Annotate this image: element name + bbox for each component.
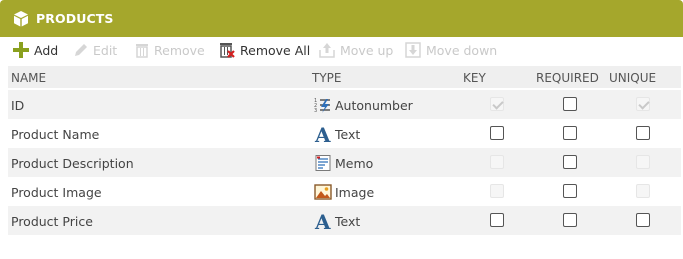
trash-x-icon [220,43,235,58]
key-checkbox[interactable] [490,155,504,169]
field-type-label: Text [335,126,361,142]
unique-checkbox[interactable] [636,126,650,140]
svg-text:A: A [314,211,331,231]
panel-title: PRODUCTS [36,11,114,26]
remove-label: Remove [154,42,205,58]
field-name: Product Name [11,127,100,142]
field-name: Product Image [11,185,102,200]
add-label: Add [34,42,59,58]
field-type-label: Text [335,213,361,229]
field-type: A Text [313,123,360,145]
move-up-icon [319,43,335,58]
key-checkbox[interactable] [490,213,504,227]
field-type-label: Memo [335,155,374,171]
edit-label: Edit [93,42,118,58]
box-icon [14,11,28,27]
memo-icon [313,153,333,173]
key-checkbox[interactable] [490,97,504,111]
text-icon: A [313,124,333,144]
plus-icon [13,42,29,58]
unique-checkbox[interactable] [636,97,650,111]
required-checkbox[interactable] [563,97,577,111]
table-row[interactable]: Product Name A Text [8,119,681,148]
autonumber-icon: 1 2 3 [313,95,333,115]
table-row[interactable]: Product Price A Text [8,206,681,235]
table-row[interactable]: Product Description Memo [8,148,681,177]
table-header: NAME TYPE KEY REQUIRED UNIQUE [8,66,681,88]
edit-button[interactable]: Edit [73,40,117,60]
required-checkbox[interactable] [563,155,577,169]
add-button[interactable]: Add [12,40,58,60]
column-header-key[interactable]: KEY [463,71,486,85]
remove-all-button[interactable]: Remove All [218,40,310,60]
move-down-icon [405,42,421,58]
move-down-label: Move down [426,42,498,58]
move-up-button[interactable]: Move up [318,40,393,60]
panel-header: PRODUCTS [0,0,683,37]
toolbar: Add Edit Remove Remove All Move up Move … [0,38,683,62]
required-checkbox[interactable] [563,213,577,227]
field-type-label: Autonumber [335,97,413,113]
field-name: Product Description [11,156,134,171]
svg-text:A: A [314,124,331,144]
move-down-button[interactable]: Move down [404,40,497,60]
field-type: Memo [313,152,373,174]
pencil-icon [75,44,87,56]
key-checkbox[interactable] [490,126,504,140]
unique-checkbox[interactable] [636,213,650,227]
remove-all-label: Remove All [240,42,311,58]
field-type-label: Image [335,184,375,200]
column-header-required[interactable]: REQUIRED [536,71,599,85]
field-name: ID [11,98,25,113]
image-icon [313,182,333,202]
svg-text:3: 3 [314,108,317,114]
table-row[interactable]: Product Image Image [8,177,681,206]
field-type: 1 2 3 Autonumber [313,94,413,116]
required-checkbox[interactable] [563,126,577,140]
field-type: Image [313,181,374,203]
unique-checkbox[interactable] [636,155,650,169]
move-up-label: Move up [340,42,394,58]
column-header-type[interactable]: TYPE [312,71,341,85]
field-name: Product Price [11,214,93,229]
field-type: A Text [313,210,360,232]
required-checkbox[interactable] [563,184,577,198]
unique-checkbox[interactable] [636,184,650,198]
trash-icon [136,44,148,58]
table-row[interactable]: ID 1 2 3 Autonumber [8,90,681,119]
remove-button[interactable]: Remove [134,40,205,60]
key-checkbox[interactable] [490,184,504,198]
column-header-unique[interactable]: UNIQUE [609,71,656,85]
text-icon: A [313,211,333,231]
column-header-name[interactable]: NAME [11,71,46,85]
